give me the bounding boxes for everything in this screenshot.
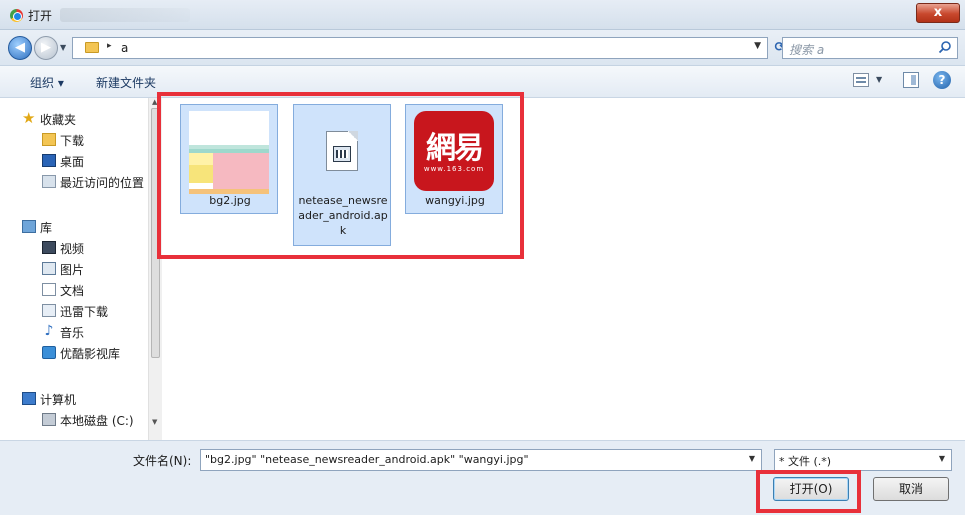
nav-label: 文档	[60, 284, 85, 298]
cancel-button[interactable]: 取消	[873, 477, 949, 501]
blurred-title-area	[60, 8, 190, 22]
nav-label: 计算机	[40, 393, 77, 407]
filename-input[interactable]: "bg2.jpg" "netease_newsreader_android.ap…	[200, 449, 762, 471]
change-view-icon[interactable]	[853, 73, 869, 87]
nav-label: 本地磁盘 (C:)	[60, 414, 134, 428]
nav-label: 音乐	[60, 326, 85, 340]
navigation-pane: ★ 收藏夹 下载 桌面 最近访问的位置 库 视频 图片 文档 迅雷下载 ♪ 音乐…	[0, 98, 165, 440]
back-button[interactable]: ◀	[8, 36, 32, 60]
breadcrumb-separator[interactable]: ▸	[107, 41, 112, 51]
nav-label: 收藏夹	[40, 113, 77, 127]
file-type-value: * 文件 (.*)	[779, 455, 832, 468]
organize-menu[interactable]: 组织 ▾	[30, 74, 64, 91]
nav-label: 库	[40, 221, 53, 235]
search-placeholder: 搜索 a	[789, 43, 825, 57]
nav-label: 迅雷下载	[60, 305, 109, 319]
folder-icon	[85, 42, 99, 53]
libraries-icon	[22, 220, 36, 233]
forward-button[interactable]: ▶	[34, 36, 58, 60]
close-button[interactable]: x	[916, 3, 960, 23]
filename-label: 文件名(N):	[133, 454, 192, 468]
view-options-dropdown[interactable]: ▼	[876, 75, 882, 84]
videos-icon	[42, 241, 56, 254]
help-icon[interactable]: ?	[933, 71, 951, 89]
desktop-icon	[42, 154, 56, 167]
address-bar-row: ◀ ▶ ▼ ▸ a ▼ ⟳ 搜索 a	[0, 30, 965, 66]
nav-label: 视频	[60, 242, 85, 256]
file-type-dropdown[interactable]: ▼	[939, 454, 945, 463]
pictures-icon	[42, 262, 56, 275]
preview-pane-icon[interactable]	[903, 72, 919, 88]
filename-dropdown[interactable]: ▼	[749, 454, 755, 463]
new-folder-button[interactable]: 新建文件夹	[96, 74, 156, 91]
breadcrumb-folder[interactable]: a	[121, 41, 128, 55]
highlight-box-files	[157, 92, 524, 259]
downloads-folder-icon	[42, 133, 56, 146]
nav-label: 下载	[60, 134, 85, 148]
address-bar[interactable]: ▸ a ▼	[72, 37, 768, 59]
star-icon: ★	[22, 109, 36, 127]
documents-icon	[42, 283, 56, 296]
recent-locations-dropdown[interactable]: ▼	[60, 43, 66, 52]
title-bar: 打开 x	[0, 0, 965, 30]
recent-places-icon	[42, 175, 56, 188]
nav-label: 图片	[60, 263, 85, 277]
file-type-select[interactable]: * 文件 (.*) ▼	[774, 449, 952, 471]
window-title: 打开	[28, 9, 53, 23]
address-dropdown[interactable]: ▼	[754, 41, 761, 51]
nav-label: 优酷影视库	[60, 347, 121, 361]
highlight-box-open-button	[756, 470, 861, 513]
search-input[interactable]: 搜索 a	[782, 37, 958, 59]
computer-icon	[22, 392, 36, 405]
filename-value[interactable]: "bg2.jpg" "netease_newsreader_android.ap…	[205, 453, 529, 466]
open-file-dialog: 打开 x ◀ ▶ ▼ ▸ a ▼ ⟳ 搜索 a 组织 ▾ 新建文件夹 ▼ ? ★…	[0, 0, 965, 515]
nav-label: 最近访问的位置	[60, 176, 145, 190]
chrome-icon	[10, 9, 23, 22]
scroll-down-arrow[interactable]: ▼	[152, 418, 157, 426]
search-icon[interactable]	[938, 40, 952, 54]
music-note-icon: ♪	[44, 323, 54, 339]
nav-label: 桌面	[60, 155, 85, 169]
xunlei-folder-icon	[42, 304, 56, 317]
disk-drive-icon	[42, 413, 56, 426]
youku-library-icon	[42, 346, 56, 359]
